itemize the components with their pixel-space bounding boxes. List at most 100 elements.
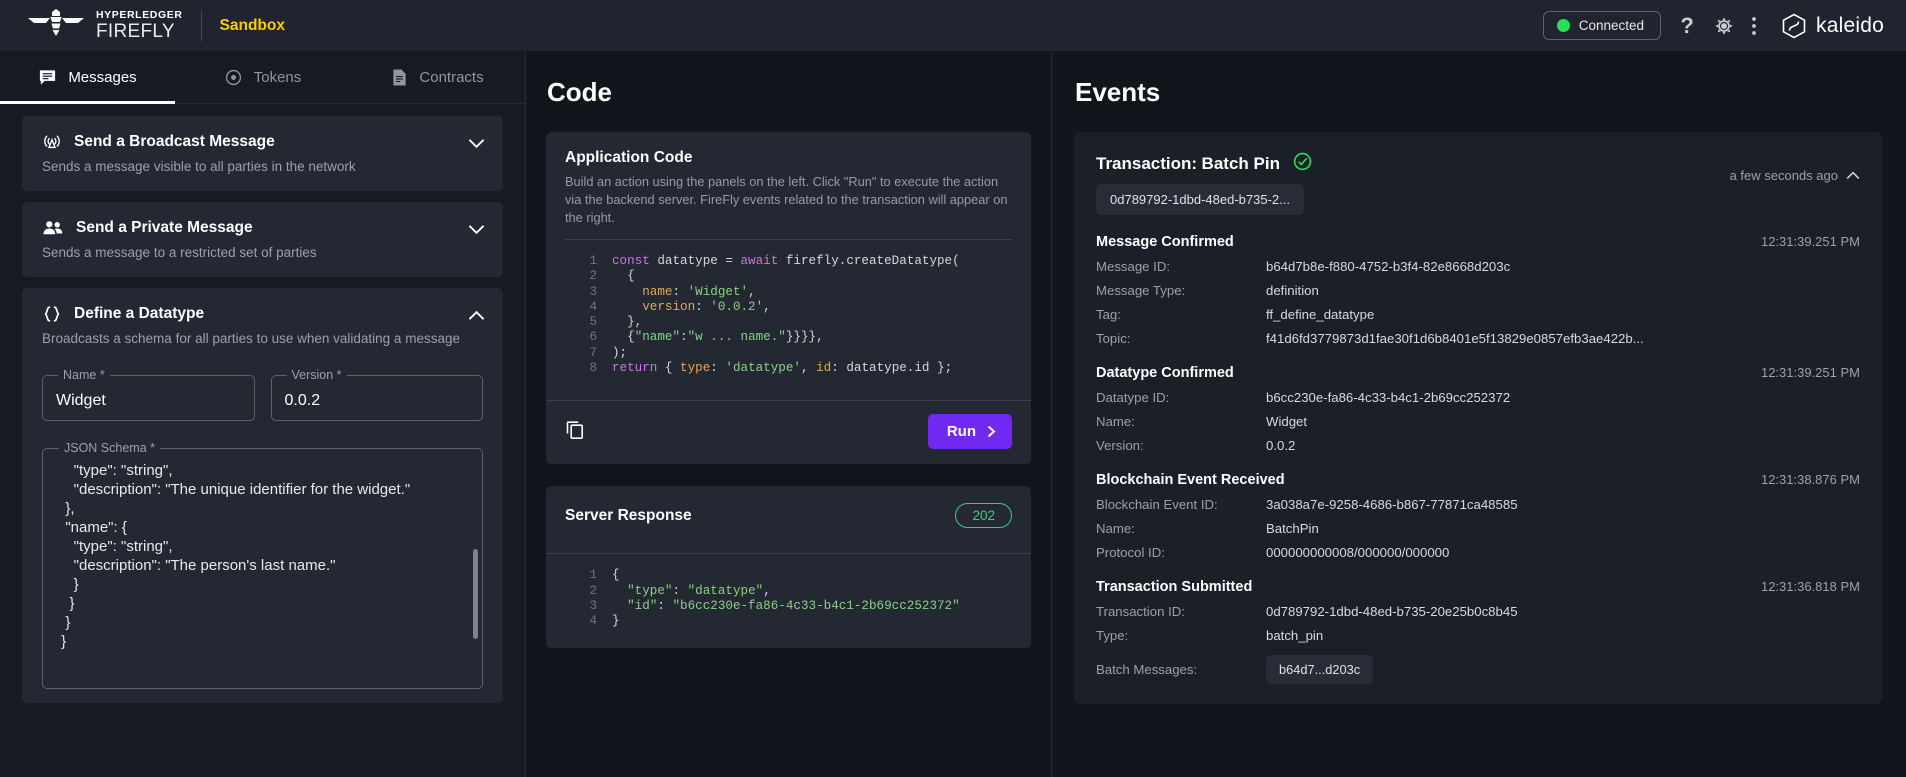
people-icon [42, 218, 64, 238]
line-number: 3 [565, 599, 597, 614]
status-dot-icon [1557, 19, 1570, 32]
json-schema-value[interactable]: "type": "string", "description": "The un… [57, 459, 476, 687]
connection-status-label: Connected [1579, 18, 1644, 33]
event-row: Version:0.0.2 [1096, 438, 1860, 453]
event-row: Blockchain Event ID:3a038a7e-9258-4686-b… [1096, 497, 1860, 512]
server-response-header: Server Response 202 [546, 486, 1031, 541]
server-response-card: Server Response 202 1{2 "type": "datatyp… [546, 486, 1031, 647]
code-line: 8return { type: 'datatype', id: datatype… [565, 361, 1012, 376]
accordion-private-message[interactable]: Send a Private Message Sends a message t… [22, 202, 503, 277]
line-content: return { type: 'datatype', id: datatype.… [612, 361, 952, 376]
event-row-value: b6cc230e-fa86-4c33-b4c1-2b69cc252372 [1266, 390, 1510, 405]
message-icon [38, 68, 57, 87]
events-panel: Events Transaction: Batch Pin [1052, 51, 1906, 777]
batch-message-chip[interactable]: b64d7...d203c [1266, 655, 1373, 684]
status-badge: 202 [955, 503, 1012, 528]
event-row-value: ff_define_datatype [1266, 307, 1374, 322]
version-field[interactable]: Version * 0.0.2 [271, 368, 484, 421]
line-number: 4 [565, 614, 597, 629]
code-line: 7); [565, 346, 1012, 361]
tab-messages[interactable]: Messages [0, 51, 175, 103]
transaction-id-chip[interactable]: 0d789792-1dbd-48ed-b735-2... [1096, 184, 1304, 215]
code-panel: Code Application Code Build an action us… [525, 51, 1052, 777]
event-row-value: b64d7b8e-f880-4752-b3f4-82e8668d203c [1266, 259, 1510, 274]
gear-icon[interactable] [1713, 15, 1735, 37]
check-circle-icon [1293, 158, 1312, 175]
line-number: 6 [565, 330, 597, 345]
server-response-title: Server Response [565, 507, 692, 525]
event-row-value: BatchPin [1266, 521, 1319, 536]
event-row-value: 0d789792-1dbd-48ed-b735-20e25b0c8b45 [1266, 604, 1518, 619]
events-panel-title: Events [1075, 77, 1882, 108]
event-block: Transaction Submitted12:31:36.818 PM Tran… [1096, 579, 1860, 684]
accordion-define-datatype[interactable]: Define a Datatype Broadcasts a schema fo… [22, 288, 503, 703]
event-row: Message Type:definition [1096, 283, 1860, 298]
chevron-right-icon [985, 425, 998, 438]
line-number: 3 [565, 285, 597, 300]
version-field-value: 0.0.2 [285, 392, 321, 410]
line-number: 2 [565, 269, 597, 284]
event-row-key: Version: [1096, 438, 1266, 453]
actions-list: Send a Broadcast Message Sends a message… [0, 104, 525, 777]
connection-status-pill[interactable]: Connected [1543, 11, 1661, 40]
copy-icon[interactable] [565, 419, 585, 445]
event-row: Name:BatchPin [1096, 521, 1860, 536]
event-block-header: Message Confirmed12:31:39.251 PM [1096, 234, 1860, 250]
kaleido-logo[interactable]: kaleido [1781, 13, 1884, 39]
more-vertical-icon[interactable] [1751, 15, 1757, 37]
brand-line1: HYPERLEDGER [96, 10, 183, 21]
transaction-header: Transaction: Batch Pin 0d789792-1dbd-48e… [1096, 150, 1860, 215]
event-blocks: Message Confirmed12:31:39.251 PM Message … [1096, 234, 1860, 684]
run-button[interactable]: Run [928, 414, 1012, 449]
code-line: 2 { [565, 269, 1012, 284]
line-content: name: 'Widget', [612, 285, 756, 300]
transaction-heading: Transaction: Batch Pin 0d789792-1dbd-48e… [1096, 150, 1312, 215]
chevron-down-icon[interactable] [468, 222, 485, 240]
chevron-up-icon[interactable] [468, 308, 485, 326]
code-line: 5 }, [565, 315, 1012, 330]
chevron-up-icon[interactable] [1846, 168, 1860, 183]
event-row: Topic:f41d6fd3779873d1fae30f1d6b8401e5f1… [1096, 331, 1860, 346]
schema-scrollbar[interactable] [473, 549, 478, 639]
question-mark-icon[interactable]: ? [1677, 13, 1697, 39]
event-time: 12:31:39.251 PM [1761, 234, 1860, 249]
event-row-value: 0.0.2 [1266, 438, 1295, 453]
event-row-key: Message ID: [1096, 259, 1266, 274]
json-schema-field[interactable]: JSON Schema * "type": "string", "descrip… [42, 441, 483, 689]
document-icon [391, 68, 408, 87]
name-field-label: Name * [58, 368, 110, 382]
chevron-down-icon[interactable] [468, 136, 485, 154]
transaction-relative-time: a few seconds ago [1730, 168, 1838, 183]
accordion-title: Send a Private Message [76, 219, 253, 237]
event-time: 12:31:39.251 PM [1761, 365, 1860, 380]
event-time: 12:31:38.876 PM [1761, 472, 1860, 487]
transaction-type: Batch Pin [1202, 154, 1280, 173]
code-block[interactable]: 1const datatype = await firefly.createDa… [565, 240, 1012, 388]
tab-contracts[interactable]: Contracts [350, 51, 525, 103]
header-actions: Connected ? [1543, 11, 1884, 40]
line-content: {"name":"w ... name."}}}}, [612, 330, 824, 345]
event-name: Datatype Confirmed [1096, 365, 1234, 381]
accordion-title: Send a Broadcast Message [74, 133, 275, 151]
accordion-subtitle: Sends a message visible to all parties i… [42, 159, 483, 174]
event-row: Name:Widget [1096, 414, 1860, 429]
transaction-card: Transaction: Batch Pin 0d789792-1dbd-48e… [1074, 132, 1882, 704]
event-row-value: definition [1266, 283, 1319, 298]
kaleido-mark-icon [1781, 13, 1807, 39]
event-row: Transaction ID:0d789792-1dbd-48ed-b735-2… [1096, 604, 1860, 619]
code-line: 1const datatype = await firefly.createDa… [565, 254, 1012, 269]
tab-messages-label: Messages [68, 69, 136, 86]
code-line: 1{ [565, 568, 1031, 583]
event-row-key: Protocol ID: [1096, 545, 1266, 560]
accordion-subtitle: Broadcasts a schema for all parties to u… [42, 331, 483, 346]
name-field[interactable]: Name * Widget [42, 368, 255, 421]
brand-logo[interactable]: HYPERLEDGER FIREFLY [26, 9, 183, 43]
tab-tokens[interactable]: Tokens [175, 51, 350, 103]
event-block-header: Transaction Submitted12:31:36.818 PM [1096, 579, 1860, 595]
app-body: Messages Tokens Contracts [0, 51, 1906, 777]
accordion-subtitle: Sends a message to a restricted set of p… [42, 245, 483, 260]
code-line: 2 "type": "datatype", [565, 584, 1031, 599]
curly-braces-icon [42, 304, 62, 324]
line-content: } [612, 614, 620, 629]
accordion-broadcast-message[interactable]: Send a Broadcast Message Sends a message… [22, 116, 503, 191]
